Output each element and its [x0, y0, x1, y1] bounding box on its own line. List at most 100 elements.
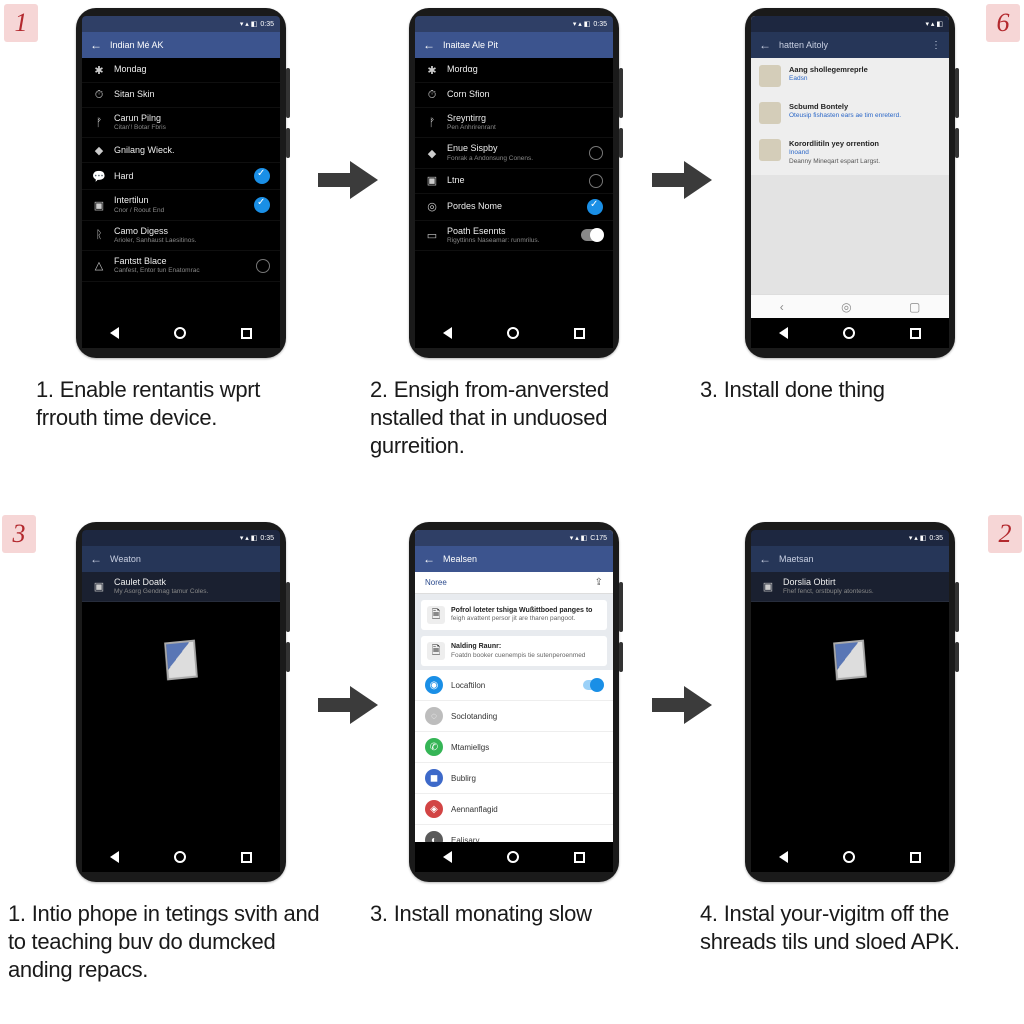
back-icon[interactable]: ←: [759, 553, 771, 565]
back-icon[interactable]: ←: [423, 39, 435, 51]
file-subtitle: Fhef fenct, orstbuply atontesus.: [783, 588, 939, 596]
row-title: Sitan Skin: [114, 89, 270, 100]
toggle-switch[interactable]: [581, 229, 603, 241]
file-row[interactable]: ▣ Caulet DoatkMy Asorg Gendnag tamur Col…: [82, 572, 280, 602]
list-item[interactable]: ᚠ Carun Pilng Citan'! Botar Fbris: [82, 108, 280, 138]
row-title: Camo Digess: [114, 226, 270, 237]
nav-recent-icon[interactable]: [910, 328, 921, 339]
appbar-title: Weaton: [110, 554, 141, 564]
list-item[interactable]: ▣ Ltne: [415, 169, 613, 194]
radio-icon[interactable]: [589, 174, 603, 188]
option-icon: ◉: [425, 676, 443, 694]
option-row[interactable]: ◌ Soclotanding: [415, 701, 613, 732]
caption-step5: 3.Install monating slow: [370, 900, 670, 928]
radio-icon[interactable]: [589, 146, 603, 160]
notification-link[interactable]: Oteusip fishasten ears ae tim enreterd.: [789, 112, 901, 119]
nav-home-icon[interactable]: [843, 327, 855, 339]
step-badge-6: 6: [986, 4, 1020, 42]
tab-label[interactable]: Noree: [425, 578, 447, 587]
notification-item[interactable]: Scbumd Bontely Oteusip fishasten ears ae…: [751, 95, 949, 132]
nav-square-icon[interactable]: ▢: [909, 300, 920, 314]
row-subtitle: Citan'! Botar Fbris: [114, 124, 270, 132]
list-item[interactable]: ✱ Mordαg: [415, 58, 613, 83]
back-icon[interactable]: ←: [90, 39, 102, 51]
android-navbar: [415, 318, 613, 348]
nav-home-icon[interactable]: [843, 851, 855, 863]
notification-icon: [759, 65, 781, 87]
nav-back-icon[interactable]: [443, 851, 452, 863]
statusbar-time: 0:35: [260, 535, 274, 542]
nav-back-chevron-icon[interactable]: ‹: [780, 300, 784, 314]
list-item[interactable]: ▣ Intertilun Cnor / Roout End: [82, 190, 280, 220]
option-row[interactable]: ◐ Ealisary: [415, 825, 613, 842]
nav-recent-icon[interactable]: [241, 852, 252, 863]
file-title: Dorslia Obtirt: [783, 577, 939, 588]
power-button: [955, 642, 959, 672]
nav-target-icon[interactable]: ◎: [841, 300, 851, 314]
notification-link[interactable]: Eadsn: [789, 75, 807, 82]
list-item[interactable]: ⏱ Corn Sfion: [415, 83, 613, 108]
nav-back-icon[interactable]: [779, 851, 788, 863]
list-item[interactable]: ◆ Enue Sispby Fonrak a Andonsung Conens.: [415, 138, 613, 168]
row-icon: ◎: [425, 200, 439, 214]
row-subtitle: Pen Anhrirenrant: [447, 124, 603, 132]
checkbox-icon[interactable]: [587, 199, 603, 215]
phone-step6: ▾ ▴ ◧ 0:35 ← Maetsan ▣ Dorslia ObtirtFhe…: [745, 522, 955, 882]
back-icon[interactable]: ←: [423, 553, 435, 565]
option-toggle[interactable]: [583, 680, 603, 690]
back-icon[interactable]: ←: [759, 39, 771, 51]
arrow-icon: [652, 155, 712, 205]
nav-home-icon[interactable]: [174, 851, 186, 863]
row-icon: ᚠ: [425, 116, 439, 130]
list-item[interactable]: ◎ Pordes Nome: [415, 194, 613, 221]
nav-recent-icon[interactable]: [574, 328, 585, 339]
notification-link[interactable]: Inoand: [789, 149, 809, 156]
nav-home-icon[interactable]: [507, 327, 519, 339]
list-item[interactable]: 💬 Hard: [82, 163, 280, 190]
nav-recent-icon[interactable]: [241, 328, 252, 339]
overflow-icon[interactable]: ⋮: [931, 40, 941, 51]
app-bar: ← Mealsen: [415, 546, 613, 572]
radio-icon[interactable]: [256, 259, 270, 273]
nav-recent-icon[interactable]: [574, 852, 585, 863]
android-navbar: [751, 842, 949, 872]
list-item[interactable]: ▭ Poath Esennts Rigyttinns Naseamar: run…: [415, 221, 613, 251]
nav-back-icon[interactable]: [779, 327, 788, 339]
card-subtitle: Foatdn booker cuenempis tie sutenperoenm…: [451, 652, 585, 659]
nav-home-icon[interactable]: [507, 851, 519, 863]
row-title: Sreyntirrg: [447, 113, 603, 124]
list-item[interactable]: △ Fantstt Blace Canfest, Entor tun Enato…: [82, 251, 280, 281]
row-title: Poath Esennts: [447, 226, 573, 237]
nav-home-icon[interactable]: [174, 327, 186, 339]
row-subtitle: Arioler, Sanhaust Laesitinos.: [114, 237, 270, 245]
notification-item[interactable]: Korordlitiln yey orrention Inoand Deanny…: [751, 132, 949, 175]
checkbox-icon[interactable]: [254, 197, 270, 213]
option-row[interactable]: ◉ Locaftilon: [415, 670, 613, 701]
row-icon: ⏱: [425, 88, 439, 102]
list-item[interactable]: ᚱ Camo Digess Arioler, Sanhaust Laesitin…: [82, 221, 280, 251]
list-item[interactable]: ⏱ Sitan Skin: [82, 83, 280, 108]
back-icon[interactable]: ←: [90, 553, 102, 565]
option-row[interactable]: ◈ Aennanflagid: [415, 794, 613, 825]
statusbar-time: 0:35: [593, 21, 607, 28]
nav-recent-icon[interactable]: [910, 852, 921, 863]
option-label: Soclotanding: [451, 712, 497, 721]
option-row[interactable]: ◼ Bublirg: [415, 763, 613, 794]
notification-item[interactable]: Aang shollegemreprle Eadsn: [751, 58, 949, 95]
list-item[interactable]: ✱ Mondag: [82, 58, 280, 83]
file-row[interactable]: ▣ Dorslia ObtirtFhef fenct, orstbuply at…: [751, 572, 949, 602]
row-icon: ◆: [425, 146, 439, 160]
option-row[interactable]: ✆ Mtamiellgs: [415, 732, 613, 763]
android-navbar: [82, 842, 280, 872]
list-item[interactable]: ◆ Gnilang Wieck.: [82, 138, 280, 163]
nav-back-icon[interactable]: [110, 851, 119, 863]
checkbox-icon[interactable]: [254, 168, 270, 184]
row-icon: ✱: [92, 63, 106, 77]
nav-back-icon[interactable]: [443, 327, 452, 339]
nav-back-icon[interactable]: [110, 327, 119, 339]
list-item[interactable]: ᚠ Sreyntirrg Pen Anhrirenrant: [415, 108, 613, 138]
row-icon: ᚠ: [92, 116, 106, 130]
power-button: [286, 642, 290, 672]
caption-step6: 4.Instal your-vigitm off the shreads til…: [700, 900, 1010, 956]
share-icon[interactable]: ⇪: [595, 577, 603, 588]
